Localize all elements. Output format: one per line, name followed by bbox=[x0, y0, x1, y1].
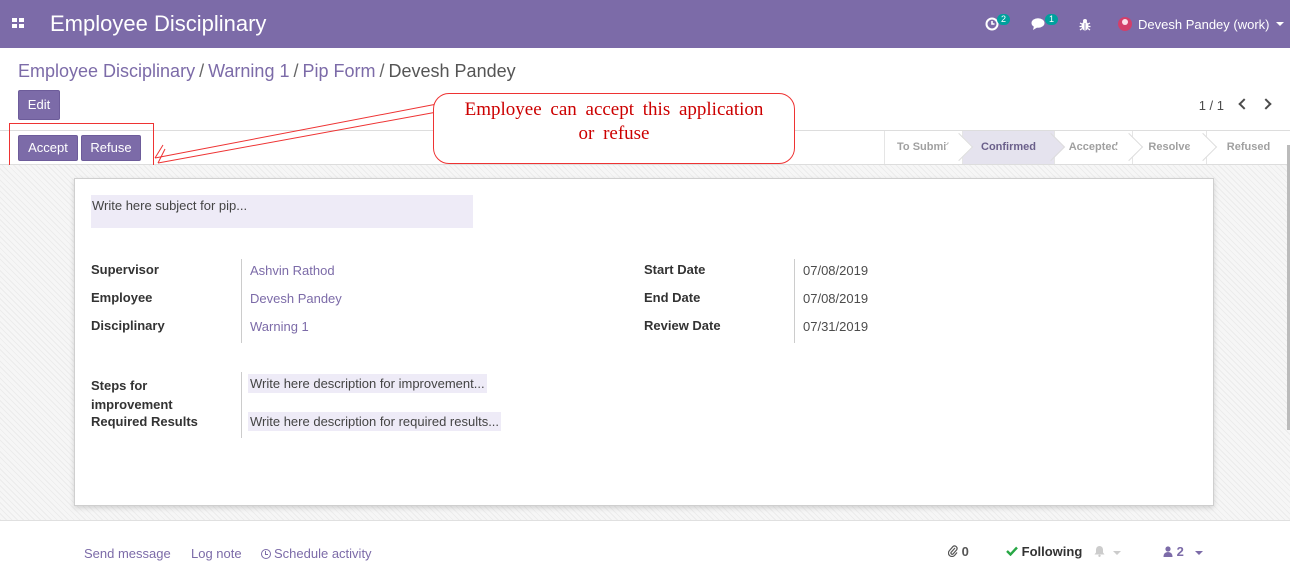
steps-improvement-field[interactable]: Write here description for improvement..… bbox=[248, 374, 487, 393]
breadcrumb-separator: / bbox=[293, 61, 299, 81]
stage-resolve[interactable]: Resolve bbox=[1132, 131, 1218, 164]
breadcrumb-separator: / bbox=[199, 61, 205, 81]
stage-label: Accepted bbox=[1068, 141, 1119, 153]
top-navbar: Employee Disciplinary 2 1 Devesh Pandey … bbox=[0, 0, 1290, 48]
notification-settings-button[interactable] bbox=[1094, 544, 1121, 559]
stage-pipeline: To Submit Confirmed Accepted Resolve Ref… bbox=[884, 131, 1290, 164]
user-name: Devesh Pandey (work) bbox=[1138, 16, 1270, 32]
bug-icon bbox=[1079, 18, 1091, 30]
activity-badge: 2 bbox=[997, 13, 1011, 25]
stage-to-submit[interactable]: To Submit bbox=[884, 131, 974, 164]
check-icon bbox=[1006, 546, 1018, 557]
review-date-value[interactable]: 07/31/2019 bbox=[803, 319, 868, 334]
followers-count: 2 bbox=[1176, 544, 1184, 559]
start-date-value[interactable]: 07/08/2019 bbox=[803, 263, 868, 278]
pager-value[interactable]: 1 / 1 bbox=[1199, 98, 1224, 113]
annotation-line: Employee can accept this application bbox=[464, 99, 764, 120]
paperclip-icon bbox=[947, 545, 958, 558]
messaging-menu[interactable]: 1 bbox=[1031, 0, 1060, 48]
end-date-label: End Date bbox=[644, 290, 701, 305]
apps-menu-icon[interactable] bbox=[12, 18, 25, 29]
annotation-callout: Employee can accept this application or … bbox=[433, 93, 795, 164]
pager-next-button[interactable] bbox=[1260, 96, 1276, 114]
messages-badge: 1 bbox=[1045, 13, 1059, 25]
disciplinary-label: Disciplinary bbox=[91, 318, 165, 333]
field-divider bbox=[794, 259, 795, 343]
supervisor-value[interactable]: Ashvin Rathod bbox=[250, 263, 335, 278]
attachments-count: 0 bbox=[961, 544, 969, 559]
user-menu[interactable]: Devesh Pandey (work) bbox=[1118, 0, 1284, 48]
employee-value[interactable]: Devesh Pandey bbox=[250, 291, 342, 306]
log-note-link[interactable]: Log note bbox=[191, 546, 242, 561]
stage-label: Refused bbox=[1226, 141, 1271, 153]
chevron-down-icon bbox=[1195, 550, 1204, 555]
chevron-down-icon bbox=[1275, 22, 1284, 26]
following-label: Following bbox=[1021, 544, 1083, 559]
annotation-highlight-box bbox=[9, 123, 154, 168]
breadcrumb-item[interactable]: Warning 1 bbox=[208, 61, 289, 81]
stage-label: Confirmed bbox=[981, 141, 1036, 153]
breadcrumb-current: Devesh Pandey bbox=[388, 61, 516, 81]
clock-icon bbox=[261, 549, 271, 559]
stage-confirmed[interactable]: Confirmed bbox=[962, 131, 1066, 164]
chatter-separator bbox=[0, 520, 1290, 521]
stage-label: Resolve bbox=[1148, 141, 1191, 153]
steps-label: Steps for improvement bbox=[91, 376, 173, 414]
send-message-link[interactable]: Send message bbox=[84, 546, 171, 561]
breadcrumb-item[interactable]: Employee Disciplinary bbox=[18, 61, 195, 81]
required-results-label: Required Results bbox=[91, 414, 198, 429]
employee-label: Employee bbox=[91, 290, 153, 305]
steps-label-line: improvement bbox=[91, 397, 173, 412]
field-divider bbox=[241, 259, 242, 343]
review-date-label: Review Date bbox=[644, 318, 721, 333]
app-title: Employee Disciplinary bbox=[50, 11, 267, 36]
edit-button[interactable]: Edit bbox=[18, 90, 60, 120]
user-icon bbox=[1163, 546, 1173, 557]
field-divider bbox=[241, 372, 242, 438]
supervisor-label: Supervisor bbox=[91, 262, 159, 277]
breadcrumb: Employee Disciplinary / Warning 1/Pip Form… bbox=[18, 61, 516, 82]
disciplinary-value[interactable]: Warning 1 bbox=[250, 319, 309, 334]
followers-button[interactable]: 2 bbox=[1163, 544, 1204, 559]
bell-icon bbox=[1094, 546, 1105, 557]
activity-menu[interactable]: 2 bbox=[985, 0, 1012, 48]
form-sheet: Write here subject for pip... Supervisor… bbox=[74, 178, 1214, 506]
stage-refused[interactable]: Refused bbox=[1206, 131, 1290, 164]
subject-field[interactable]: Write here subject for pip... bbox=[91, 195, 473, 228]
breadcrumb-separator: / bbox=[379, 61, 385, 81]
end-date-value[interactable]: 07/08/2019 bbox=[803, 291, 868, 306]
pager-previous-button[interactable] bbox=[1236, 96, 1250, 114]
steps-label-line: Steps for bbox=[91, 378, 148, 393]
schedule-activity-link[interactable]: Schedule activity bbox=[261, 546, 372, 561]
stage-label: To Submit bbox=[897, 141, 950, 153]
schedule-activity-label: Schedule activity bbox=[274, 546, 372, 561]
attachments-button[interactable]: 0 bbox=[947, 544, 969, 559]
start-date-label: Start Date bbox=[644, 262, 706, 277]
chevron-right-icon bbox=[1260, 98, 1272, 110]
annotation-line: or refuse bbox=[578, 123, 650, 144]
stage-accepted[interactable]: Accepted bbox=[1054, 131, 1144, 164]
following-button[interactable]: Following bbox=[1006, 544, 1082, 559]
avatar bbox=[1118, 17, 1132, 31]
chevron-left-icon bbox=[1238, 98, 1250, 110]
required-results-field[interactable]: Write here description for required resu… bbox=[248, 412, 502, 431]
breadcrumb-item[interactable]: Pip Form bbox=[302, 61, 375, 81]
debug-menu[interactable] bbox=[1079, 0, 1091, 48]
chevron-down-icon bbox=[1112, 550, 1121, 555]
